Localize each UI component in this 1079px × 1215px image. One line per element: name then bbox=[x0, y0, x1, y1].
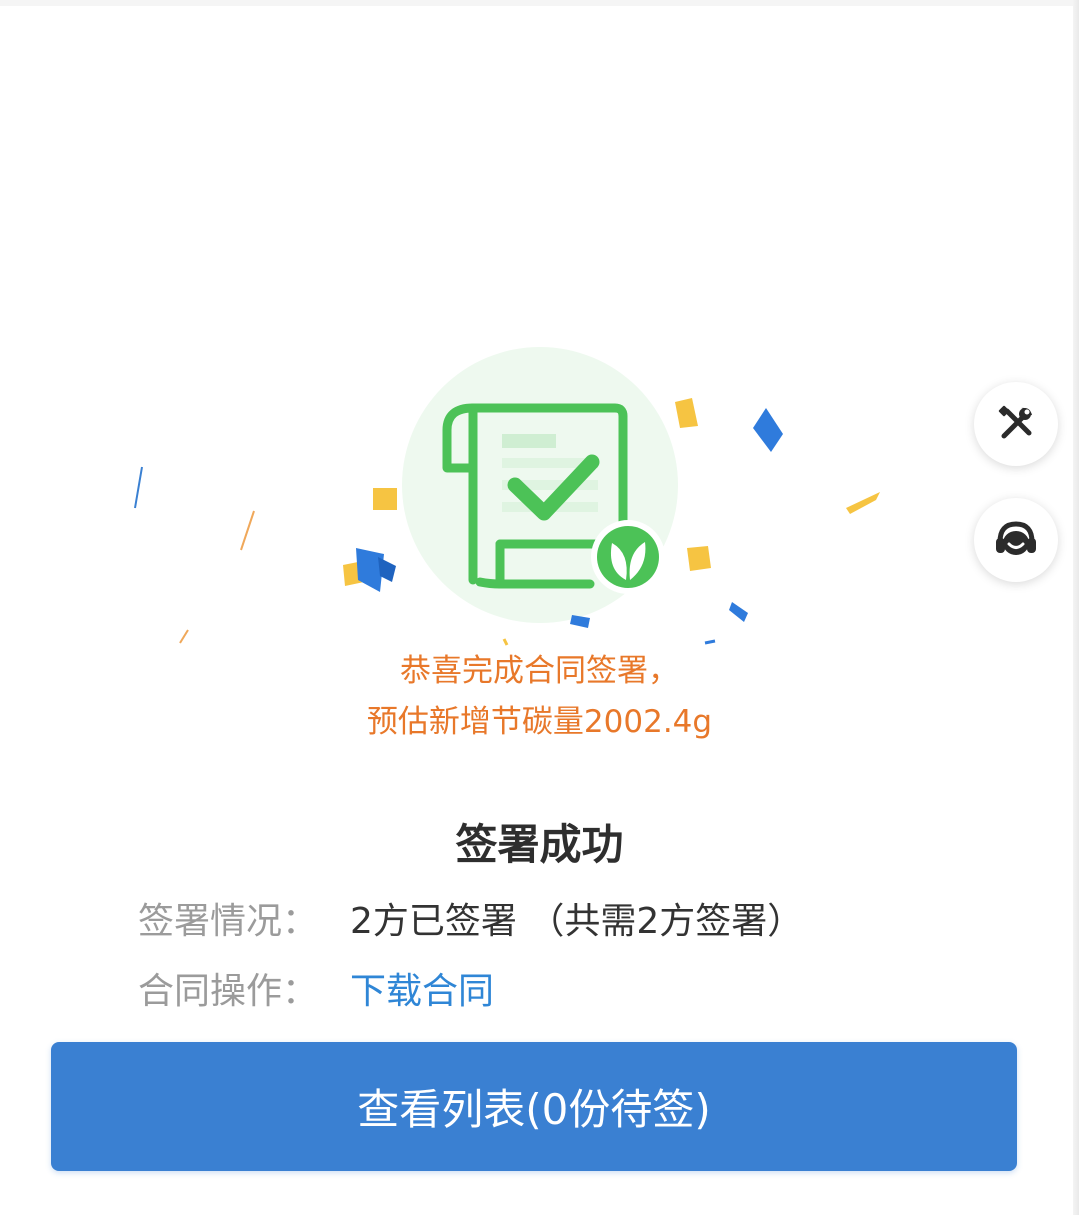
contract-action-row: 合同操作： 下载合同 bbox=[138, 960, 494, 1016]
congrats-text: 恭喜完成合同签署， bbox=[400, 653, 679, 689]
download-contract-link[interactable]: 下载合同 bbox=[350, 962, 494, 1014]
tools-button[interactable] bbox=[974, 382, 1058, 466]
customer-service-icon bbox=[996, 521, 1036, 555]
success-illustration bbox=[0, 330, 1079, 660]
contract-action-label: 合同操作： bbox=[138, 971, 319, 1012]
sign-status-label: 签署情况： bbox=[138, 901, 319, 942]
sign-status-value: 2方已签署 （共需2方签署） bbox=[350, 901, 804, 942]
customer-service-button[interactable] bbox=[974, 498, 1058, 582]
carbon-saving-text: 预估新增节碳量2002.4g bbox=[366, 704, 713, 740]
contract-success-icon bbox=[134, 347, 880, 646]
view-list-button[interactable]: 查看列表(0份待签) bbox=[51, 1042, 1017, 1171]
sign-success-title: 签署成功 bbox=[455, 820, 624, 869]
sign-status-row: 签署情况： 2方已签署 （共需2方签署） bbox=[138, 890, 803, 946]
tools-icon bbox=[998, 405, 1032, 439]
top-edge bbox=[0, 0, 1079, 6]
